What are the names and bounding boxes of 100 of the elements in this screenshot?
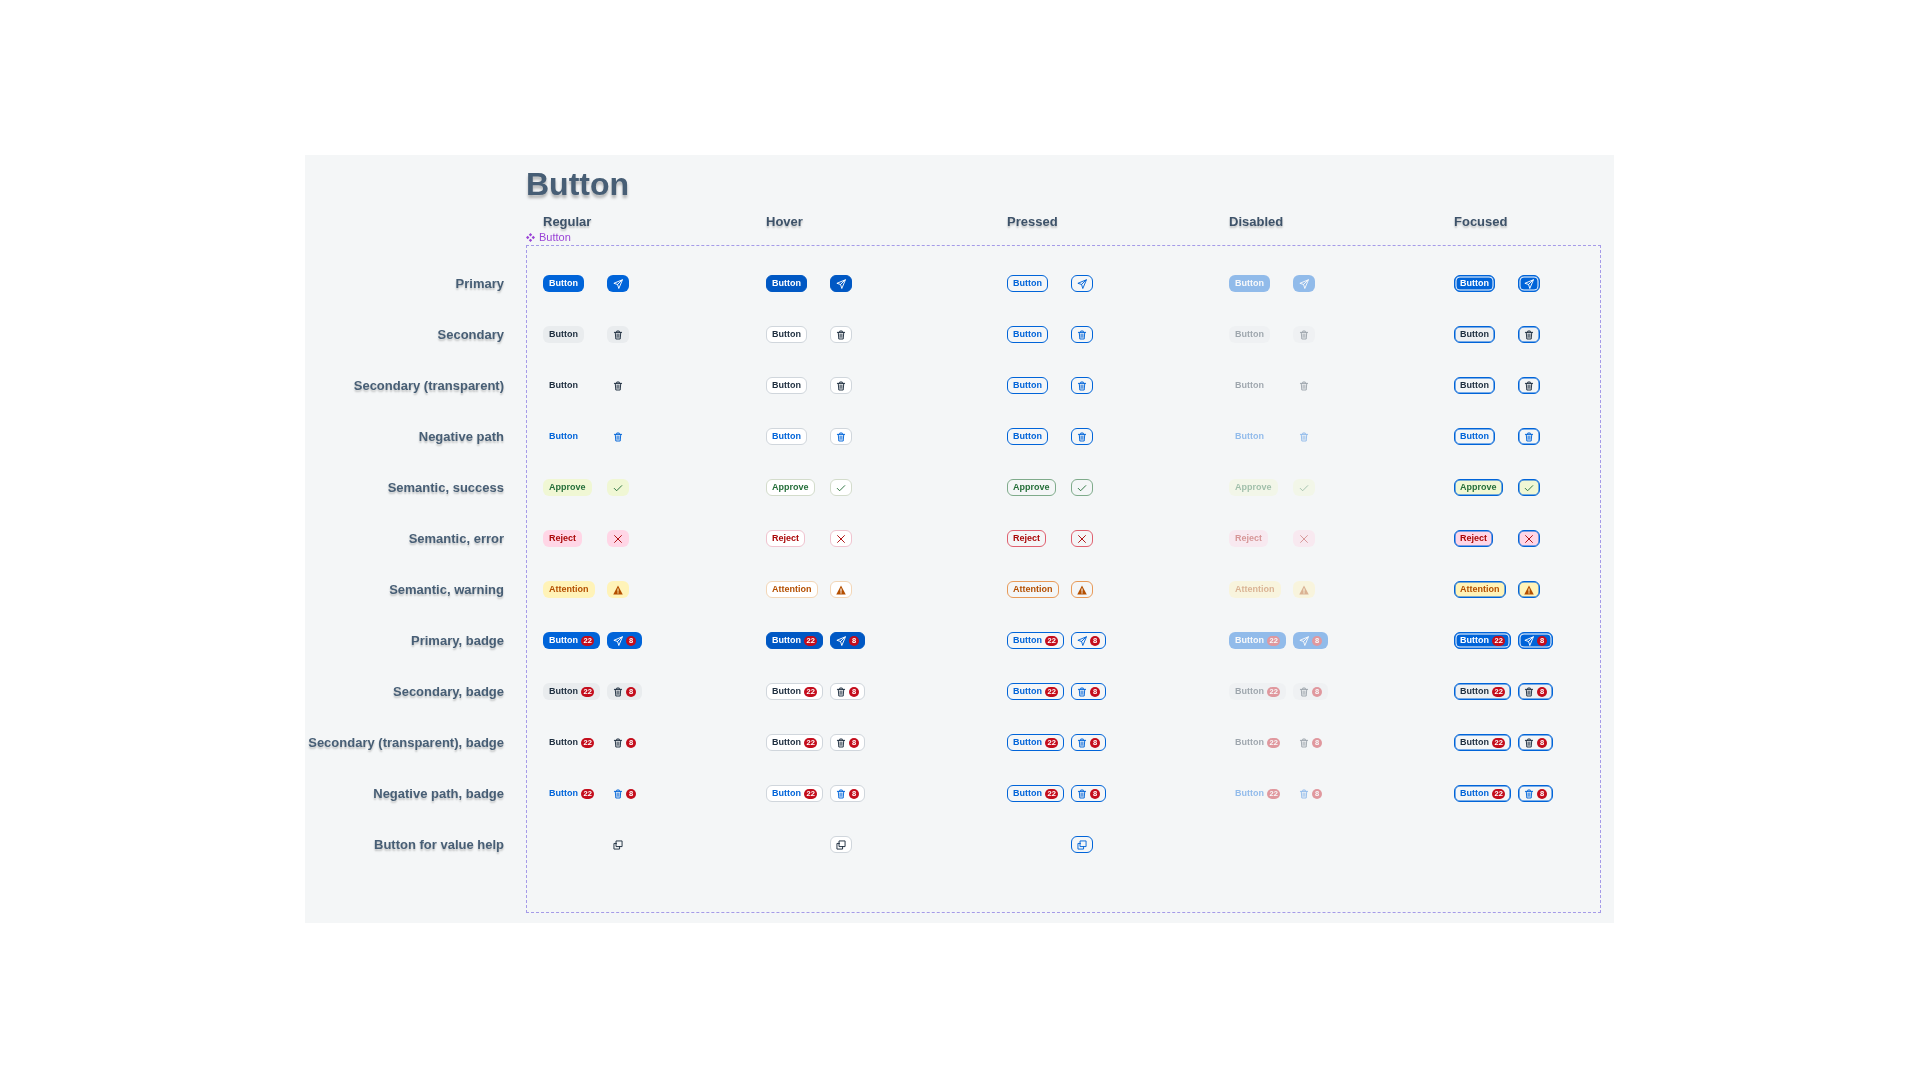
icon-button[interactable]	[1071, 275, 1093, 292]
trash-icon	[1077, 788, 1087, 799]
icon-button[interactable]	[1518, 530, 1540, 547]
text-button[interactable]: Button	[766, 428, 807, 445]
trash-icon	[1299, 431, 1309, 442]
text-button[interactable]: Button	[766, 377, 807, 394]
column-header: Regular	[543, 214, 592, 230]
text-button[interactable]: Attention	[543, 581, 595, 598]
icon-button[interactable]	[607, 275, 629, 292]
trash-icon	[836, 329, 846, 340]
trash-icon	[1077, 380, 1087, 391]
paper-plane-icon	[1524, 278, 1534, 289]
column-header: Focused	[1454, 214, 1508, 230]
icon-button[interactable]	[1518, 428, 1540, 445]
text-button[interactable]: Button	[766, 326, 807, 343]
text-button[interactable]: Reject	[1454, 530, 1493, 547]
trash-icon	[1524, 686, 1534, 697]
text-button[interactable]: Button	[1454, 377, 1495, 394]
text-button[interactable]: Button	[543, 428, 584, 445]
row-label: Negative path	[418, 428, 504, 445]
trash-icon	[1299, 686, 1309, 697]
trash-icon	[1524, 737, 1534, 748]
text-button[interactable]: Button	[1007, 275, 1048, 292]
text-button[interactable]: Attention	[766, 581, 818, 598]
component-label: Button	[539, 230, 571, 244]
warning-icon	[1524, 584, 1534, 595]
paper-plane-icon	[1524, 635, 1534, 646]
warning-icon	[613, 584, 623, 595]
trash-icon	[613, 329, 623, 340]
row-label: Secondary	[437, 326, 504, 343]
trash-icon	[1077, 431, 1087, 442]
paper-plane-icon	[613, 635, 623, 646]
text-button[interactable]: Button	[1454, 428, 1495, 445]
icon-button[interactable]	[1518, 377, 1540, 394]
text-button[interactable]: Approve	[766, 479, 815, 496]
icon-button[interactable]	[1071, 530, 1093, 547]
check-icon	[1524, 482, 1534, 493]
cross-icon	[836, 533, 846, 544]
column-header: Hover	[766, 214, 803, 230]
icon-button[interactable]	[1518, 581, 1540, 598]
text-button[interactable]: Reject	[766, 530, 805, 547]
trash-icon	[613, 431, 623, 442]
row-label: Secondary, badge	[393, 683, 504, 700]
paper-plane-icon	[1299, 635, 1309, 646]
icon-button[interactable]	[830, 275, 852, 292]
column-header: Pressed	[1007, 214, 1058, 230]
paper-plane-icon	[836, 278, 846, 289]
trash-icon	[1299, 380, 1309, 391]
paper-plane-icon	[836, 635, 846, 646]
trash-icon	[836, 380, 846, 391]
icon-button[interactable]	[1071, 326, 1093, 343]
text-button[interactable]: Button	[1007, 326, 1048, 343]
text-button[interactable]: Approve	[1454, 479, 1503, 496]
trash-icon	[1299, 329, 1309, 340]
icon-button[interactable]	[1518, 326, 1540, 343]
overlapping-squares-icon	[1077, 839, 1087, 850]
trash-icon	[1077, 686, 1087, 697]
check-icon	[1299, 482, 1309, 493]
icon-button[interactable]	[1518, 275, 1540, 292]
text-button[interactable]: Button	[543, 377, 584, 394]
text-button[interactable]: Reject	[1007, 530, 1046, 547]
icon-button[interactable]	[607, 530, 629, 547]
page-title: Button	[526, 166, 630, 202]
text-button[interactable]: Reject	[543, 530, 582, 547]
text-button[interactable]: Approve	[543, 479, 592, 496]
row-label: Button for value help	[374, 836, 504, 853]
text-button[interactable]: Button	[1454, 275, 1495, 292]
icon-button[interactable]	[607, 326, 629, 343]
icon-button[interactable]	[1071, 377, 1093, 394]
text-button[interactable]: Button	[543, 275, 584, 292]
icon-button[interactable]	[1071, 836, 1093, 853]
cross-icon	[1524, 533, 1534, 544]
text-button[interactable]: Button	[766, 275, 807, 292]
row-label: Semantic, error	[408, 530, 504, 547]
text-button[interactable]: Approve	[1007, 479, 1056, 496]
paper-plane-icon	[1077, 635, 1087, 646]
warning-icon	[1299, 584, 1309, 595]
text-button[interactable]: Button	[1007, 428, 1048, 445]
column-header: Disabled	[1229, 214, 1284, 230]
icon-button[interactable]	[1071, 581, 1093, 598]
paper-plane-icon	[1077, 278, 1087, 289]
text-button[interactable]: Button	[1454, 326, 1495, 343]
icon-button[interactable]	[1518, 479, 1540, 496]
trash-icon	[1524, 431, 1534, 442]
trash-icon	[613, 380, 623, 391]
text-button[interactable]: Attention	[1454, 581, 1506, 598]
check-icon	[836, 482, 846, 493]
icon-button[interactable]	[607, 581, 629, 598]
row-label: Semantic, warning	[389, 581, 504, 598]
text-button[interactable]: Attention	[1007, 581, 1059, 598]
trash-icon	[613, 686, 623, 697]
trash-icon	[1077, 737, 1087, 748]
trash-icon	[613, 737, 623, 748]
row-label: Secondary (transparent), badge	[308, 734, 504, 751]
text-button[interactable]: Button	[543, 326, 584, 343]
text-button[interactable]: Button	[1007, 377, 1048, 394]
icon-button[interactable]	[1071, 428, 1093, 445]
overlapping-squares-icon	[613, 839, 623, 850]
trash-icon	[1299, 737, 1309, 748]
row-label: Negative path, badge	[373, 785, 504, 802]
